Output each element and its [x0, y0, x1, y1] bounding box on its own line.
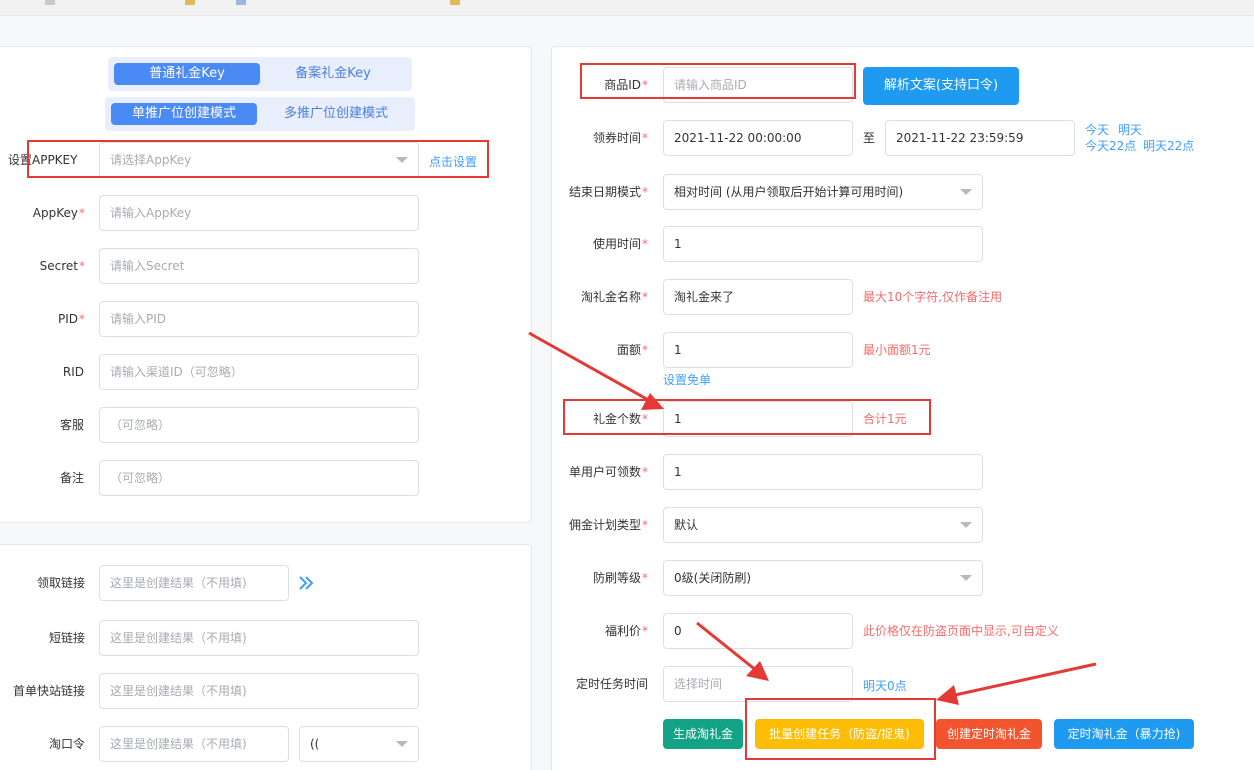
note-input[interactable]: （可忽略）: [99, 460, 419, 496]
anti-fraud-select[interactable]: 0级(关闭防刷): [663, 560, 983, 596]
rid-label: RID: [62, 365, 84, 379]
appkey-label: AppKey*: [32, 206, 85, 220]
chevron-down-icon: [960, 575, 972, 581]
taokouling-template-value: ((: [310, 737, 320, 751]
tab-single-pid-mode[interactable]: 单推广位创建模式: [111, 103, 257, 125]
welfare-price-hint: 此价格仅在防盗页面中显示,可自定义: [863, 624, 1059, 638]
quick-today-link[interactable]: 今天: [1085, 121, 1109, 138]
amount-input[interactable]: 1: [663, 332, 853, 368]
pid-label: PID*: [57, 312, 85, 326]
short-link-output[interactable]: 这里是创建结果（不用填): [99, 620, 419, 656]
appkey-select-placeholder: 请选择AppKey: [110, 153, 192, 167]
plan-type-value: 默认: [674, 518, 699, 532]
tomorrow-midnight-link[interactable]: 明天0点: [863, 677, 907, 694]
taokouling-label: 淘口令: [48, 737, 85, 751]
coupon-time-label: 领券时间*: [592, 131, 648, 145]
coupon-name-label: 淘礼金名称*: [580, 290, 648, 304]
amount-hint: 最小面额1元: [863, 343, 931, 357]
appkey-input[interactable]: 请输入AppKey: [99, 195, 419, 231]
tab-fragment-icon: [45, 0, 55, 5]
product-id-label: 商品ID*: [604, 78, 648, 92]
first-order-link-output[interactable]: 这里是创建结果（不用填): [99, 673, 419, 709]
coupon-name-hint: 最大10个字符,仅作备注用: [863, 290, 1003, 304]
schedule-time-input[interactable]: 选择时间: [663, 666, 853, 702]
quick-today-22-link[interactable]: 今天22点: [1085, 137, 1136, 154]
anti-fraud-value: 0级(关闭防刷): [674, 571, 751, 585]
service-label: 客服: [59, 418, 84, 432]
coupon-count-input[interactable]: 1: [663, 401, 853, 437]
pid-input[interactable]: 请输入PID: [99, 301, 419, 337]
coupon-start-time[interactable]: 2021-11-22 00:00:00: [663, 120, 853, 156]
short-link-label: 短链接: [48, 631, 85, 645]
tab-normal-key[interactable]: 普通礼金Key: [114, 63, 260, 85]
quick-tomorrow-link[interactable]: 明天: [1118, 121, 1142, 138]
tab-fragment-icon: [450, 0, 460, 5]
set-free-order-link[interactable]: 设置免单: [663, 371, 711, 388]
end-mode-value: 相对时间 (从用户领取后开始计算可用时间): [674, 185, 904, 199]
claim-link-label: 领取链接: [36, 576, 85, 590]
use-time-label: 使用时间*: [592, 237, 648, 251]
appkey-select[interactable]: 请选择AppKey: [99, 142, 419, 178]
welfare-price-input[interactable]: 0: [663, 613, 853, 649]
double-chevron-right-icon[interactable]: [298, 573, 316, 593]
coupon-count-total: 合计1元: [863, 412, 907, 426]
top-strip: [0, 0, 1254, 16]
service-input[interactable]: （可忽略）: [99, 407, 419, 443]
tab-filed-key[interactable]: 备案礼金Key: [260, 63, 406, 85]
chevron-down-icon: [960, 189, 972, 195]
appkey-set-link[interactable]: 点击设置: [429, 153, 477, 170]
key-type-tabs: 普通礼金Key 备案礼金Key: [108, 57, 412, 91]
secret-label: Secret*: [39, 259, 85, 273]
secret-input[interactable]: 请输入Secret: [99, 248, 419, 284]
scheduled-coupon-grab-button[interactable]: 定时淘礼金（暴力抢): [1054, 719, 1194, 749]
chevron-down-icon: [960, 522, 972, 528]
product-id-input[interactable]: 请输入商品ID: [663, 67, 853, 103]
claim-link-output[interactable]: 这里是创建结果（不用填): [99, 565, 289, 601]
rid-input[interactable]: 请输入渠道ID（可忽略）: [99, 354, 419, 390]
plan-type-label: 佣金计划类型*: [568, 518, 648, 532]
use-time-input[interactable]: 1: [663, 226, 983, 262]
end-mode-label: 结束日期模式*: [568, 185, 648, 199]
coupon-end-time[interactable]: 2021-11-22 23:59:59: [885, 120, 1075, 156]
time-range-separator: 至: [862, 131, 875, 145]
per-user-input[interactable]: 1: [663, 454, 983, 490]
first-order-link-label: 首单快站链接: [12, 684, 85, 698]
tab-fragment-icon: [236, 0, 246, 5]
batch-create-task-button[interactable]: 批量创建任务（防盗/捉鬼): [755, 719, 924, 749]
chevron-down-icon: [396, 741, 408, 747]
coupon-name-input[interactable]: 淘礼金来了: [663, 279, 853, 315]
tab-fragment-icon: [185, 0, 195, 5]
taokouling-output[interactable]: 这里是创建结果（不用填): [99, 726, 289, 762]
schedule-time-label: 定时任务时间: [575, 677, 648, 691]
quick-tomorrow-22-link[interactable]: 明天22点: [1143, 137, 1194, 154]
amount-label: 面额*: [616, 343, 648, 357]
end-mode-select[interactable]: 相对时间 (从用户领取后开始计算可用时间): [663, 174, 983, 210]
generate-coupon-button[interactable]: 生成淘礼金: [663, 719, 743, 749]
note-label: 备注: [59, 471, 84, 485]
plan-type-select[interactable]: 默认: [663, 507, 983, 543]
chevron-down-icon: [396, 157, 408, 163]
mode-tabs: 单推广位创建模式 多推广位创建模式: [105, 97, 415, 131]
create-scheduled-coupon-button[interactable]: 创建定时淘礼金: [936, 719, 1042, 749]
per-user-label: 单用户可领数*: [568, 465, 648, 479]
anti-fraud-label: 防刷等级*: [592, 571, 648, 585]
taokouling-template-select[interactable]: ((: [299, 726, 419, 762]
coupon-count-label: 礼金个数*: [592, 412, 648, 426]
tab-multi-pid-mode[interactable]: 多推广位创建模式: [263, 103, 409, 125]
parse-text-button[interactable]: 解析文案(支持口令): [863, 67, 1019, 105]
appkey-setting-label: 设置APPKEY: [8, 153, 78, 167]
welfare-price-label: 福利价*: [604, 624, 648, 638]
